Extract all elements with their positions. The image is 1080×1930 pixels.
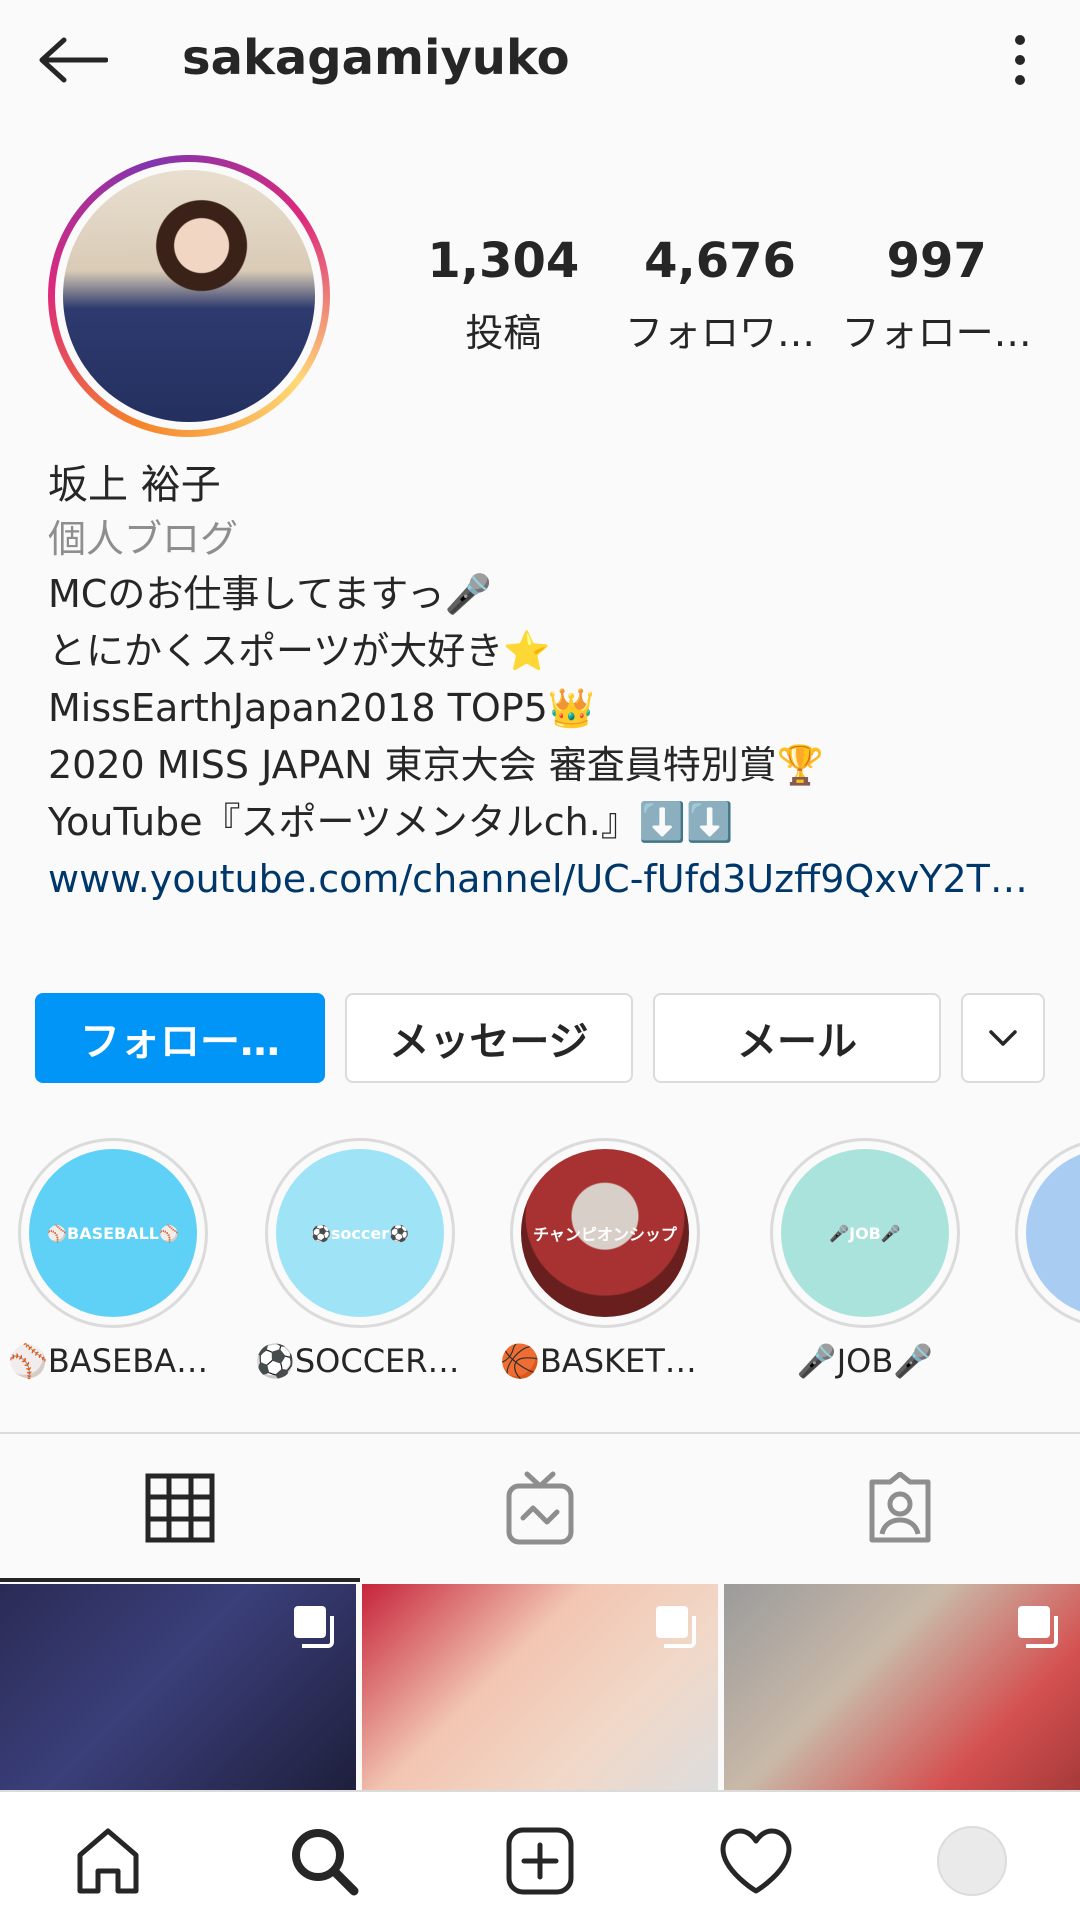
chevron-down-icon bbox=[989, 1030, 1017, 1046]
grid-icon bbox=[145, 1473, 215, 1543]
highlight-label: 🎤JOB🎤 bbox=[796, 1342, 934, 1380]
follow-button[interactable]: フォロー… bbox=[35, 993, 325, 1083]
profile-avatar bbox=[63, 170, 315, 422]
carousel-icon bbox=[294, 1606, 334, 1648]
profile-avatar-icon bbox=[937, 1826, 1007, 1896]
bio-line: とにかくスポーツが大好き⭐ bbox=[48, 629, 551, 673]
following-stat[interactable]: 997 フォロー… bbox=[828, 235, 1045, 357]
profile-actions: フォロー… メッセージ メール bbox=[35, 993, 1045, 1083]
highlight-cover: ⚽soccer⚽ bbox=[276, 1149, 444, 1317]
top-bar: sakagamiyuko bbox=[0, 0, 1080, 125]
nav-search[interactable] bbox=[216, 1825, 432, 1897]
bottom-navigation bbox=[0, 1790, 1080, 1930]
highlight-basketball[interactable]: チャンピオンシップ 🏀BASKETB… bbox=[500, 1138, 710, 1380]
bio-line: MissEarthJapan2018 TOP5👑 bbox=[48, 686, 596, 730]
following-count: 997 bbox=[886, 233, 987, 289]
add-post-icon bbox=[506, 1827, 574, 1895]
display-name: 坂上 裕子 bbox=[48, 462, 221, 508]
nav-activity[interactable] bbox=[648, 1827, 864, 1895]
followers-count: 4,676 bbox=[644, 233, 796, 289]
nav-create[interactable] bbox=[432, 1825, 648, 1897]
profile-bio: 坂上 裕子 個人ブログ MCのお仕事してますっ🎤 とにかくスポーツが大好き⭐ M… bbox=[48, 458, 1048, 908]
story-highlights: ⚾BASEBALL⚾ ⚾BASEBAL… ⚽soccer⚽ ⚽SOCCER⚽ チ… bbox=[0, 1138, 1080, 1388]
highlight-label: ⚽SOCCER⚽ bbox=[255, 1342, 465, 1380]
following-label: フォロー… bbox=[841, 310, 1032, 355]
email-button[interactable]: メール bbox=[653, 993, 941, 1083]
highlight-cover bbox=[1026, 1149, 1080, 1317]
profile-tabs bbox=[0, 1432, 1080, 1582]
suggested-dropdown-button[interactable] bbox=[961, 993, 1045, 1083]
post-thumbnail[interactable] bbox=[362, 1584, 718, 1790]
highlight-more[interactable]: M bbox=[1005, 1138, 1080, 1380]
highlight-label: M bbox=[1005, 1342, 1080, 1380]
tab-grid[interactable] bbox=[0, 1434, 360, 1582]
nav-home[interactable] bbox=[0, 1825, 216, 1897]
highlight-label: ⚾BASEBAL… bbox=[8, 1342, 218, 1380]
carousel-icon bbox=[1018, 1606, 1058, 1648]
more-options-icon[interactable] bbox=[1000, 28, 1040, 92]
tagged-person-icon bbox=[869, 1472, 931, 1543]
carousel-icon bbox=[656, 1606, 696, 1648]
posts-stat[interactable]: 1,304 投稿 bbox=[395, 235, 612, 357]
posts-grid bbox=[0, 1584, 1080, 1790]
tab-tagged[interactable] bbox=[720, 1434, 1080, 1582]
highlight-cover: チャンピオンシップ bbox=[521, 1149, 689, 1317]
nav-profile[interactable] bbox=[864, 1826, 1080, 1896]
profile-stats: 1,304 投稿 4,676 フォロワ… 997 フォロー… bbox=[395, 235, 1045, 357]
followers-stat[interactable]: 4,676 フォロワ… bbox=[612, 235, 829, 357]
highlight-cover: 🎤JOB🎤 bbox=[781, 1149, 949, 1317]
profile-avatar-story-ring[interactable] bbox=[48, 155, 330, 437]
igtv-icon bbox=[506, 1471, 574, 1545]
highlight-soccer[interactable]: ⚽soccer⚽ ⚽SOCCER⚽ bbox=[255, 1138, 465, 1380]
post-thumbnail[interactable] bbox=[724, 1584, 1080, 1790]
posts-count: 1,304 bbox=[427, 233, 580, 289]
heart-icon bbox=[720, 1828, 792, 1894]
home-icon bbox=[77, 1828, 139, 1894]
highlight-cover: ⚾BASEBALL⚾ bbox=[29, 1149, 197, 1317]
highlight-baseball[interactable]: ⚾BASEBALL⚾ ⚾BASEBAL… bbox=[8, 1138, 218, 1380]
bio-line: YouTube『スポーツメンタルch.』⬇️⬇️ bbox=[48, 800, 734, 844]
followers-label: フォロワ… bbox=[625, 310, 816, 355]
post-thumbnail[interactable] bbox=[0, 1584, 356, 1790]
message-button[interactable]: メッセージ bbox=[345, 993, 633, 1083]
back-arrow-icon[interactable] bbox=[32, 28, 112, 92]
bio-line: 2020 MISS JAPAN 東京大会 審査員特別賞🏆 bbox=[48, 743, 825, 787]
highlight-label: 🏀BASKETB… bbox=[500, 1342, 710, 1380]
search-icon bbox=[292, 1829, 359, 1896]
highlight-job[interactable]: 🎤JOB🎤 🎤JOB🎤 bbox=[760, 1138, 970, 1380]
bio-line: MCのお仕事してますっ🎤 bbox=[48, 572, 493, 616]
profile-category: 個人ブログ bbox=[48, 517, 239, 561]
posts-label: 投稿 bbox=[465, 310, 542, 355]
profile-username: sakagamiyuko bbox=[182, 30, 570, 86]
tab-igtv[interactable] bbox=[360, 1434, 720, 1582]
bio-website-link[interactable]: www.youtube.com/channel/UC-fUfd3Uzff9Qxv… bbox=[48, 851, 1048, 908]
